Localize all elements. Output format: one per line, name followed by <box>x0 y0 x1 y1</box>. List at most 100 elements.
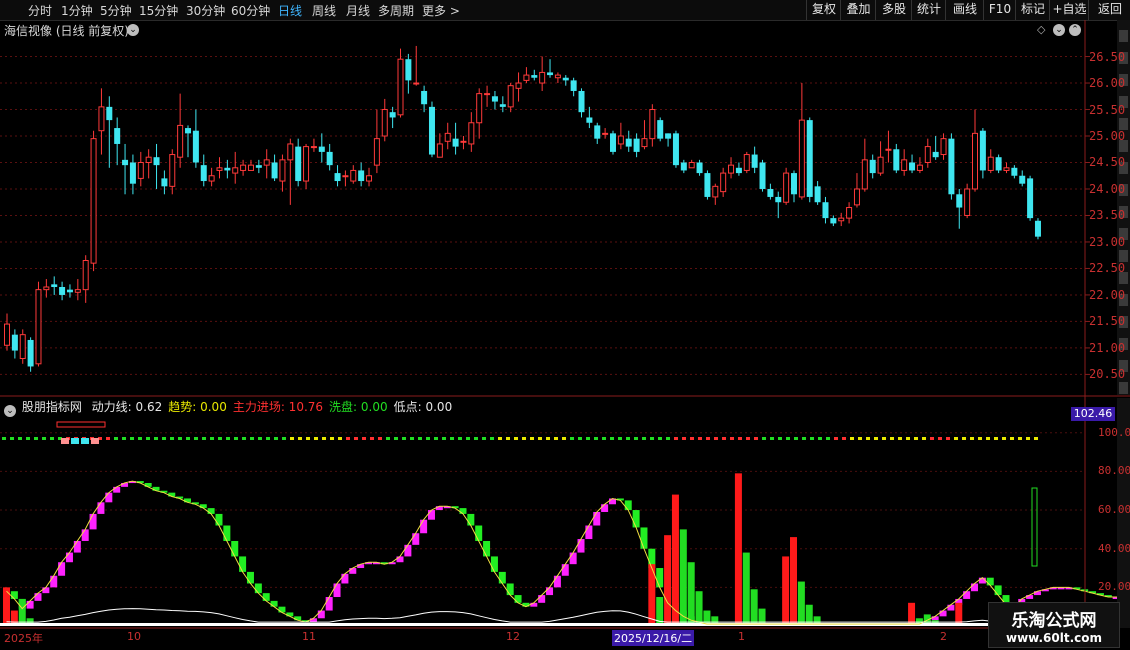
candle <box>153 143 160 189</box>
signal-dot <box>346 437 350 440</box>
price-tick-label: 20.50 <box>1089 367 1126 382</box>
signal-dot <box>826 437 830 440</box>
signal-dot <box>986 437 990 440</box>
candle <box>444 122 451 150</box>
candle <box>680 159 687 174</box>
candle <box>775 191 782 219</box>
candle <box>263 149 270 179</box>
signal-dot <box>282 437 286 440</box>
signal-dot <box>2 437 6 440</box>
signal-dot <box>858 437 862 440</box>
signal-dot <box>602 437 606 440</box>
candle <box>43 279 50 298</box>
signal-dot <box>946 437 950 440</box>
signal-dot <box>122 437 126 440</box>
trend-bar <box>632 510 640 528</box>
candle <box>405 53 412 94</box>
candle <box>342 170 349 187</box>
signal-dot <box>466 437 470 440</box>
candle <box>712 183 719 205</box>
trend-bar <box>490 556 498 572</box>
signal-dot <box>778 437 782 440</box>
candle <box>247 159 254 171</box>
price-tick-label: 24.00 <box>1089 181 1126 196</box>
candle <box>885 130 892 163</box>
trend-bar <box>624 500 632 511</box>
trend-bar <box>585 525 593 540</box>
signal-dot <box>162 437 166 440</box>
candle <box>51 276 58 295</box>
signal-dot <box>698 437 702 440</box>
candle <box>334 165 341 187</box>
signal-dot <box>314 437 318 440</box>
candle <box>106 96 113 168</box>
candle <box>735 162 742 176</box>
trend-bar <box>963 591 971 599</box>
signal-dot <box>842 437 846 440</box>
trend-bar <box>483 540 491 557</box>
candle <box>523 67 530 84</box>
price-tick-label: 21.50 <box>1089 314 1126 329</box>
candle <box>547 59 554 78</box>
candle <box>633 133 640 158</box>
candle <box>838 212 845 227</box>
signal-dot <box>202 437 206 440</box>
signal-dot <box>410 437 414 440</box>
candle <box>326 143 333 171</box>
indicator-field: 主力进场: 10.76 <box>232 400 324 414</box>
signal-dot <box>274 437 278 440</box>
signal-dot <box>922 437 926 440</box>
candle <box>98 88 105 155</box>
signal-dot <box>474 437 478 440</box>
main-force-bar <box>782 556 790 626</box>
signal-dot <box>114 437 118 440</box>
signal-dot <box>634 437 638 440</box>
trend-bar <box>1033 591 1041 596</box>
candle <box>192 109 199 168</box>
signal-dot <box>666 437 670 440</box>
candle <box>468 112 475 152</box>
signal-dot <box>354 437 358 440</box>
signal-dot <box>762 437 766 440</box>
candle <box>161 170 168 195</box>
indicator-tick-label: 60.00 <box>1098 503 1130 517</box>
trend-bar <box>73 540 81 553</box>
trend-bar <box>475 525 483 541</box>
indicator-field: 洗盘: 0.00 <box>329 400 388 414</box>
candle <box>27 337 34 372</box>
signal-dot <box>218 437 222 440</box>
signal-dot <box>234 437 238 440</box>
candle <box>570 77 577 97</box>
trend-bar <box>58 562 66 576</box>
signal-dot <box>754 437 758 440</box>
candle <box>539 56 546 91</box>
signal-dot <box>322 437 326 440</box>
candle <box>822 196 829 224</box>
candle <box>129 154 136 195</box>
trend-bar <box>152 486 160 491</box>
price-tick-label: 22.50 <box>1089 261 1126 276</box>
candle <box>1019 170 1026 187</box>
trend-bar <box>561 564 569 576</box>
washout-bar <box>679 529 687 626</box>
stock-chart[interactable] <box>0 0 1130 650</box>
chevron-down-icon[interactable]: ⌄ <box>4 405 16 417</box>
candle <box>11 329 18 359</box>
trend-bar <box>278 606 286 613</box>
candle <box>19 329 26 364</box>
washout-bar <box>750 589 758 626</box>
signal-dot <box>522 437 526 440</box>
signal-dot <box>146 437 150 440</box>
signal-dot <box>514 437 518 440</box>
washout-bar <box>805 604 813 626</box>
watermark-url: www.60lt.com <box>1005 631 1103 645</box>
washout-bar <box>742 552 750 626</box>
signal-dot <box>498 437 502 440</box>
price-tick-label: 22.00 <box>1089 287 1126 302</box>
x-axis-label: 1 <box>738 630 745 643</box>
trend-bar <box>514 595 522 603</box>
candle <box>484 85 491 107</box>
trend-bar <box>184 498 192 503</box>
signal-dot <box>10 437 14 440</box>
signal-dot <box>978 437 982 440</box>
